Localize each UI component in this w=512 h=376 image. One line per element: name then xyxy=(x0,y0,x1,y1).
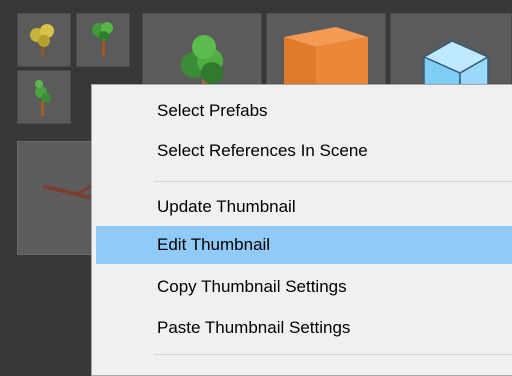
asset-thumbnail-yellow-tree[interactable] xyxy=(17,13,71,67)
asset-thumbnail-green-tree[interactable] xyxy=(76,13,130,67)
context-menu: Select Prefabs Select References In Scen… xyxy=(91,84,512,376)
asset-thumbnail-small-tree[interactable] xyxy=(17,70,71,124)
menu-item-select-prefabs[interactable]: Select Prefabs xyxy=(96,92,512,130)
menu-item-paste-thumbnail-settings[interactable]: Paste Thumbnail Settings xyxy=(96,309,512,347)
menu-separator xyxy=(154,181,512,182)
yellow-tree-icon xyxy=(30,24,54,57)
menu-separator xyxy=(154,354,512,355)
menu-item-update-thumbnail[interactable]: Update Thumbnail xyxy=(96,188,512,226)
green-tree-icon xyxy=(92,22,113,57)
menu-item-edit-thumbnail[interactable]: Edit Thumbnail xyxy=(96,226,512,264)
menu-item-select-references[interactable]: Select References In Scene xyxy=(96,132,512,170)
menu-item-copy-thumbnail-settings[interactable]: Copy Thumbnail Settings xyxy=(96,268,512,306)
small-tree-icon xyxy=(35,80,51,116)
